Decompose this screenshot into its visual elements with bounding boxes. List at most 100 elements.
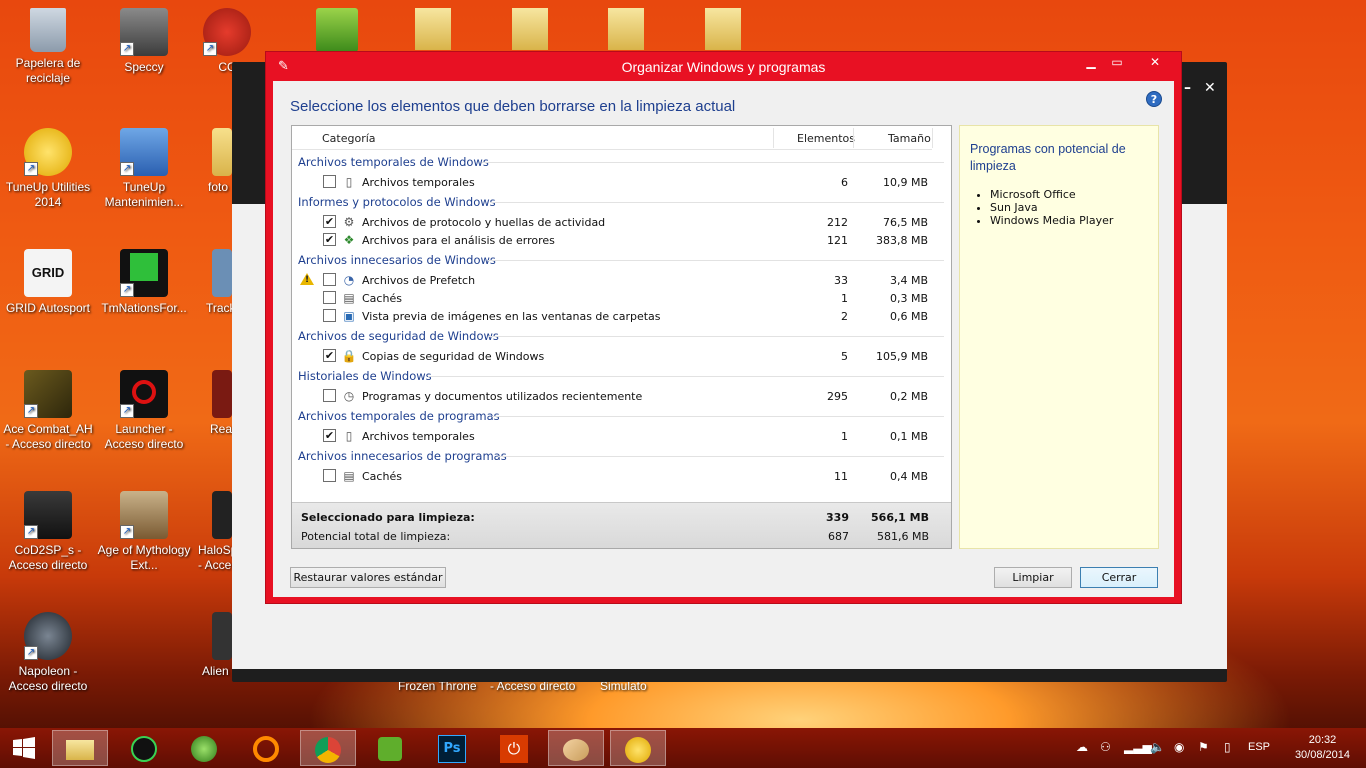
desktop-icon-recycle-bin[interactable]: Papelera de reciclaje [0,8,96,86]
desktop-folder-icon[interactable] [316,8,358,52]
checkbox[interactable]: ✔ [323,429,336,442]
desktop-icon-launcher[interactable]: ↗ Launcher - Acceso directo [96,370,192,452]
desktop-icon-tmnations[interactable]: ↗ TmNationsFor... [96,249,192,316]
taskbar: Ps ⏻ ☁ ⚇ ▂▃▅ 🔈 ◉ ⚑ ▯ ESP 20:32 30/08/201… [0,728,1366,768]
clean-button[interactable]: Limpiar [994,567,1072,588]
list-item[interactable]: ✔ ❖ Archivos para el análisis de errores… [292,231,942,249]
napoleon-icon: ↗ [24,612,72,660]
item-size: 383,8 MB [875,234,928,247]
battery-icon[interactable]: ▯ [1224,740,1231,754]
cache-icon: ▤ [343,291,355,305]
desktop-icon-label: Papelera de reciclaje [15,56,81,85]
desktop-icon-tuneup-maintenance[interactable]: ↗ TuneUp Mantenimien... [96,128,192,210]
minimize-button[interactable]: ▁ [1078,52,1104,73]
desktop-icon-grid[interactable]: GRID GRID Autosport [0,249,96,316]
people-icon[interactable]: ⚇ [1100,740,1111,754]
desktop-icon-alien[interactable]: Alien [192,612,232,679]
restore-defaults-button[interactable]: Restaurar valores estándar [290,567,446,588]
desktop-icon-speccy[interactable]: ↗ Speccy [96,8,192,75]
help-icon[interactable]: ? [1146,91,1162,107]
list-item[interactable]: ▣ Vista previa de imágenes en las ventan… [292,307,942,325]
list-item[interactable]: ▯ Archivos temporales 6 10,9 MB [292,173,942,191]
speccy-icon: ↗ [120,8,168,56]
checkbox[interactable] [323,175,336,188]
checkbox[interactable]: ✔ [323,233,336,246]
file-explorer-icon[interactable] [52,730,108,766]
close-icon[interactable]: ✕ [1204,80,1216,96]
language-indicator[interactable]: ESP [1248,741,1270,753]
desktop-icon-ace-combat[interactable]: ↗ Ace Combat_AH - Acceso directo [0,370,96,452]
desktop-folder-icon[interactable] [415,8,451,50]
cleanup-summary: Seleccionado para limpieza: 339 566,1 MB… [292,502,951,548]
volume-icon[interactable]: 🔈 [1150,740,1165,754]
error-report-icon: ❖ [343,233,355,247]
list-item[interactable]: ✔ 🔒 Copias de seguridad de Windows 5 105… [292,347,942,365]
desktop-icon-napoleon[interactable]: ↗ Napoleon - Acceso directo [0,612,96,694]
desktop-icon-cod2[interactable]: ↗ CoD2SP_s - Acceso directo [0,491,96,573]
ace-combat-icon: ↗ [24,370,72,418]
item-label: Archivos temporales [362,176,475,189]
column-header-size[interactable]: Tamaño [888,132,931,145]
list-item[interactable]: ▤ Cachés 1 0,3 MB [292,289,942,307]
group-header: Archivos de seguridad de Windows [298,329,499,343]
list-item[interactable]: ▤ Cachés 11 0,4 MB [292,467,942,485]
checkbox[interactable]: ✔ [323,215,336,228]
chrome-icon[interactable] [300,730,356,766]
xbox-icon[interactable] [176,730,232,766]
item-size: 0,6 MB [889,310,928,323]
age-of-mythology-icon: ↗ [120,491,168,539]
checkbox[interactable] [323,309,336,322]
list-item[interactable]: ◷ Programas y documentos utilizados reci… [292,387,942,405]
cloud-icon[interactable]: ☁ [1076,740,1088,754]
checkbox[interactable] [323,273,336,286]
razer-icon[interactable] [116,730,172,766]
desktop-icon-foto[interactable]: foto [192,128,232,195]
windows-start-icon[interactable] [0,730,48,766]
group-divider [428,376,944,377]
desktop-icon-halo[interactable]: HaloSp - Acce [192,491,232,573]
list-item[interactable]: ! ◔ Archivos de Prefetch 33 3,4 MB [292,271,942,289]
desktop-icon-rea[interactable]: Rea [192,370,232,437]
photoshop-icon[interactable]: Ps [424,730,480,766]
desktop-icon-tuneup[interactable]: ↗ TuneUp Utilities 2014 [0,128,96,210]
power-icon[interactable]: ⏻ [486,730,542,766]
checkbox[interactable] [323,389,336,402]
list-item[interactable]: ✔ ▯ Archivos temporales 1 0,1 MB [292,427,942,445]
desktop-icon-label: Speccy [124,60,164,74]
close-button[interactable]: ✕ [1132,52,1178,73]
minimize-icon[interactable]: – [1184,80,1191,96]
close-dialog-button[interactable]: Cerrar [1080,567,1158,588]
media-player-icon[interactable] [238,730,294,766]
column-header-category[interactable]: Categoría [322,132,376,145]
desktop-folder-icon[interactable] [608,8,644,50]
item-count: 1 [841,292,848,305]
utorrent-icon[interactable] [362,730,418,766]
thumbnail-icon: ▣ [343,309,355,323]
item-label: Archivos de Prefetch [362,274,476,287]
flag-icon[interactable]: ⚑ [1198,740,1209,754]
list-item[interactable]: ✔ ⚙ Archivos de protocolo y huellas de a… [292,213,942,231]
item-size: 0,2 MB [889,390,928,403]
title-bar[interactable]: ✎ Organizar Windows y programas ▁ ▭ ✕ [266,52,1181,80]
paint-icon[interactable] [548,730,604,766]
launcher-icon: ↗ [120,370,168,418]
warning-mark: ! [305,275,310,285]
item-count: 5 [841,350,848,363]
network-icon[interactable]: ▂▃▅ [1124,740,1152,754]
maximize-button[interactable]: ▭ [1104,52,1130,73]
desktop-icon-label: TmNationsFor... [101,301,187,315]
desktop-icon-track[interactable]: Track [192,249,232,316]
desktop-folder-icon[interactable] [512,8,548,50]
checkbox[interactable] [323,469,336,482]
desktop-folder-icon[interactable] [705,8,741,50]
desktop-icon-age-of-mythology[interactable]: ↗ Age of Mythology Ext... [96,491,192,573]
group-divider [490,202,944,203]
checkbox[interactable]: ✔ [323,349,336,362]
item-label: Archivos temporales [362,430,475,443]
item-size: 3,4 MB [889,274,928,287]
checkbox[interactable] [323,291,336,304]
tuneup-taskbar-icon[interactable] [610,730,666,766]
clock[interactable]: 20:32 30/08/2014 [1295,733,1350,763]
column-header-items[interactable]: Elementos [797,132,855,145]
razer-tray-icon[interactable]: ◉ [1174,740,1184,754]
